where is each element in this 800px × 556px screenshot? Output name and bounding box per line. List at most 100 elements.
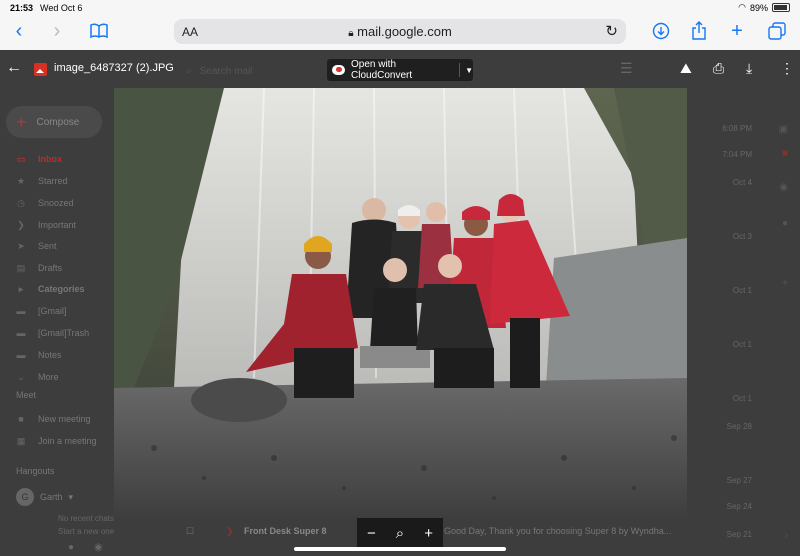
important-icon[interactable]: ❯: [226, 526, 234, 537]
print-icon[interactable]: ⎙: [713, 60, 724, 77]
arrow-back-icon[interactable]: ←: [6, 59, 22, 77]
tabs-button[interactable]: [764, 18, 790, 44]
nav-label: Starred: [38, 176, 68, 186]
home-indicator[interactable]: [294, 547, 506, 551]
new-tab-button[interactable]: +: [724, 18, 750, 44]
label-icon: ▬: [16, 350, 26, 360]
mail-row[interactable]: ☐ ❯ Front Desk Super 8 Good Day, Thank y…: [180, 526, 780, 540]
mail-time: Oct 1: [732, 286, 752, 295]
label-icon: ▸: [18, 283, 24, 294]
image-file-icon: [34, 63, 47, 76]
filter-icon[interactable]: ☰: [620, 60, 633, 77]
nav-important[interactable]: ❯ Important: [16, 216, 76, 234]
mail-time: Oct 1: [732, 340, 752, 349]
address-bar[interactable]: AA 🔒︎ mail.google.com ↻: [174, 19, 626, 44]
clock-icon: ◷: [17, 197, 25, 208]
zoom-out-icon[interactable]: −: [367, 525, 376, 542]
hangouts-heading: Hangouts: [16, 466, 55, 476]
side-panel: ▣ ■ ◉ ● + ›: [770, 50, 800, 556]
calendar-icon[interactable]: ▣: [779, 124, 788, 135]
phone-icon[interactable]: ◉: [94, 542, 103, 553]
person-icon[interactable]: ●: [68, 542, 74, 553]
chevron-down-icon: ▾: [68, 491, 74, 502]
zoom-icon[interactable]: ⌕: [396, 525, 404, 542]
nav-gmail-trash[interactable]: ▬ [Gmail]Trash: [16, 324, 90, 342]
chevron-left-icon: ‹: [15, 19, 23, 42]
nav-label: New meeting: [38, 414, 91, 424]
plus-icon: +: [731, 19, 743, 42]
mail-sender: Front Desk Super 8: [244, 526, 327, 536]
url-text: mail.google.com: [357, 24, 452, 39]
mail-time: 7:04 PM: [722, 150, 752, 159]
mail-time: 6:08 PM: [722, 124, 752, 133]
add-to-drive-icon[interactable]: ⛰: [680, 60, 692, 77]
nav-label: Important: [38, 220, 77, 230]
bookmarks-button[interactable]: [86, 18, 112, 44]
join-meeting-link[interactable]: ▦ Join a meeting: [16, 432, 97, 450]
chevron-down-icon: ⌄: [17, 371, 25, 382]
image-preview: [114, 88, 687, 518]
open-with-button[interactable]: Open with CloudConvert ▼: [327, 59, 473, 81]
more-vert-icon[interactable]: ⋮: [780, 60, 794, 77]
hangouts-start-text: Start a new one: [58, 527, 115, 536]
search-bar[interactable]: ⌕ Search mail: [186, 66, 252, 77]
tabs-icon: [768, 22, 786, 40]
mail-time: Sep 27: [726, 476, 752, 485]
viewer-header: ← image_6487327 (2).JPG ⌕ Search mail Op…: [0, 50, 800, 88]
tasks-icon[interactable]: ◉: [779, 182, 788, 193]
zoom-in-icon[interactable]: +: [424, 525, 433, 542]
download-icon[interactable]: ⤓: [746, 60, 752, 77]
battery-icon: [772, 3, 790, 12]
wifi-icon: ◠: [738, 2, 746, 12]
meet-heading: Meet: [16, 390, 37, 400]
nav-notes[interactable]: ▬ Notes: [16, 346, 62, 364]
mail-time: Oct 4: [732, 178, 752, 187]
nav-label: Sent: [38, 241, 57, 251]
battery-percent: 89%: [749, 2, 768, 13]
nav-categories[interactable]: ▸ Categories: [16, 280, 85, 298]
nav-snoozed[interactable]: ◷ Snoozed: [16, 194, 73, 212]
checkbox[interactable]: ☐: [186, 526, 194, 537]
forward-button[interactable]: ›: [44, 18, 70, 44]
nav-drafts[interactable]: ▤ Drafts: [16, 259, 62, 277]
download-icon: [652, 22, 670, 40]
video-icon: ■: [18, 414, 24, 424]
open-with-label: Open with CloudConvert: [351, 59, 413, 81]
share-icon: [692, 21, 706, 40]
zoom-controls: − ⌕ +: [357, 518, 443, 548]
chevron-down-icon[interactable]: ▼: [465, 66, 473, 75]
reload-icon[interactable]: ↻: [605, 22, 618, 40]
send-icon: ➤: [17, 240, 25, 251]
new-meeting-link[interactable]: ■ New meeting: [16, 410, 91, 428]
chevron-right-icon[interactable]: ›: [785, 530, 788, 541]
mail-time: Oct 1: [732, 394, 752, 403]
nav-label: More: [38, 372, 59, 382]
nav-label: Categories: [38, 284, 85, 294]
mail-time: Sep 24: [726, 502, 752, 511]
hangouts-user[interactable]: G Garth ▾: [16, 488, 73, 506]
nav-inbox[interactable]: ▭ Inbox: [16, 150, 62, 168]
star-icon: ★: [16, 175, 26, 186]
avatar: G: [16, 488, 34, 506]
nav-gmail-folder[interactable]: ▬ [Gmail]: [16, 302, 67, 320]
contacts-icon[interactable]: ●: [782, 218, 788, 229]
compose-button[interactable]: + Compose: [6, 106, 102, 138]
plus-icon[interactable]: +: [782, 278, 788, 289]
share-button[interactable]: [686, 18, 712, 44]
downloads-button[interactable]: [648, 18, 674, 44]
mail-time: Oct 3: [732, 232, 752, 241]
back-button[interactable]: ‹: [6, 18, 32, 44]
url-field[interactable]: 🔒︎ mail.google.com: [174, 24, 626, 39]
keep-icon[interactable]: ■: [782, 148, 788, 159]
label-icon: ▬: [16, 306, 26, 316]
nav-label: Inbox: [38, 154, 62, 164]
nav-more[interactable]: ⌄ More: [16, 368, 59, 386]
nav-label: Notes: [38, 350, 62, 360]
hangouts-empty-text: No recent chats: [58, 514, 115, 523]
nav-sent[interactable]: ➤ Sent: [16, 237, 57, 255]
label-icon: ▬: [16, 328, 26, 338]
mail-time: Sep 28: [726, 422, 752, 431]
draft-icon: ▤: [16, 262, 26, 273]
compose-label: Compose: [36, 116, 80, 128]
nav-starred[interactable]: ★ Starred: [16, 172, 68, 190]
